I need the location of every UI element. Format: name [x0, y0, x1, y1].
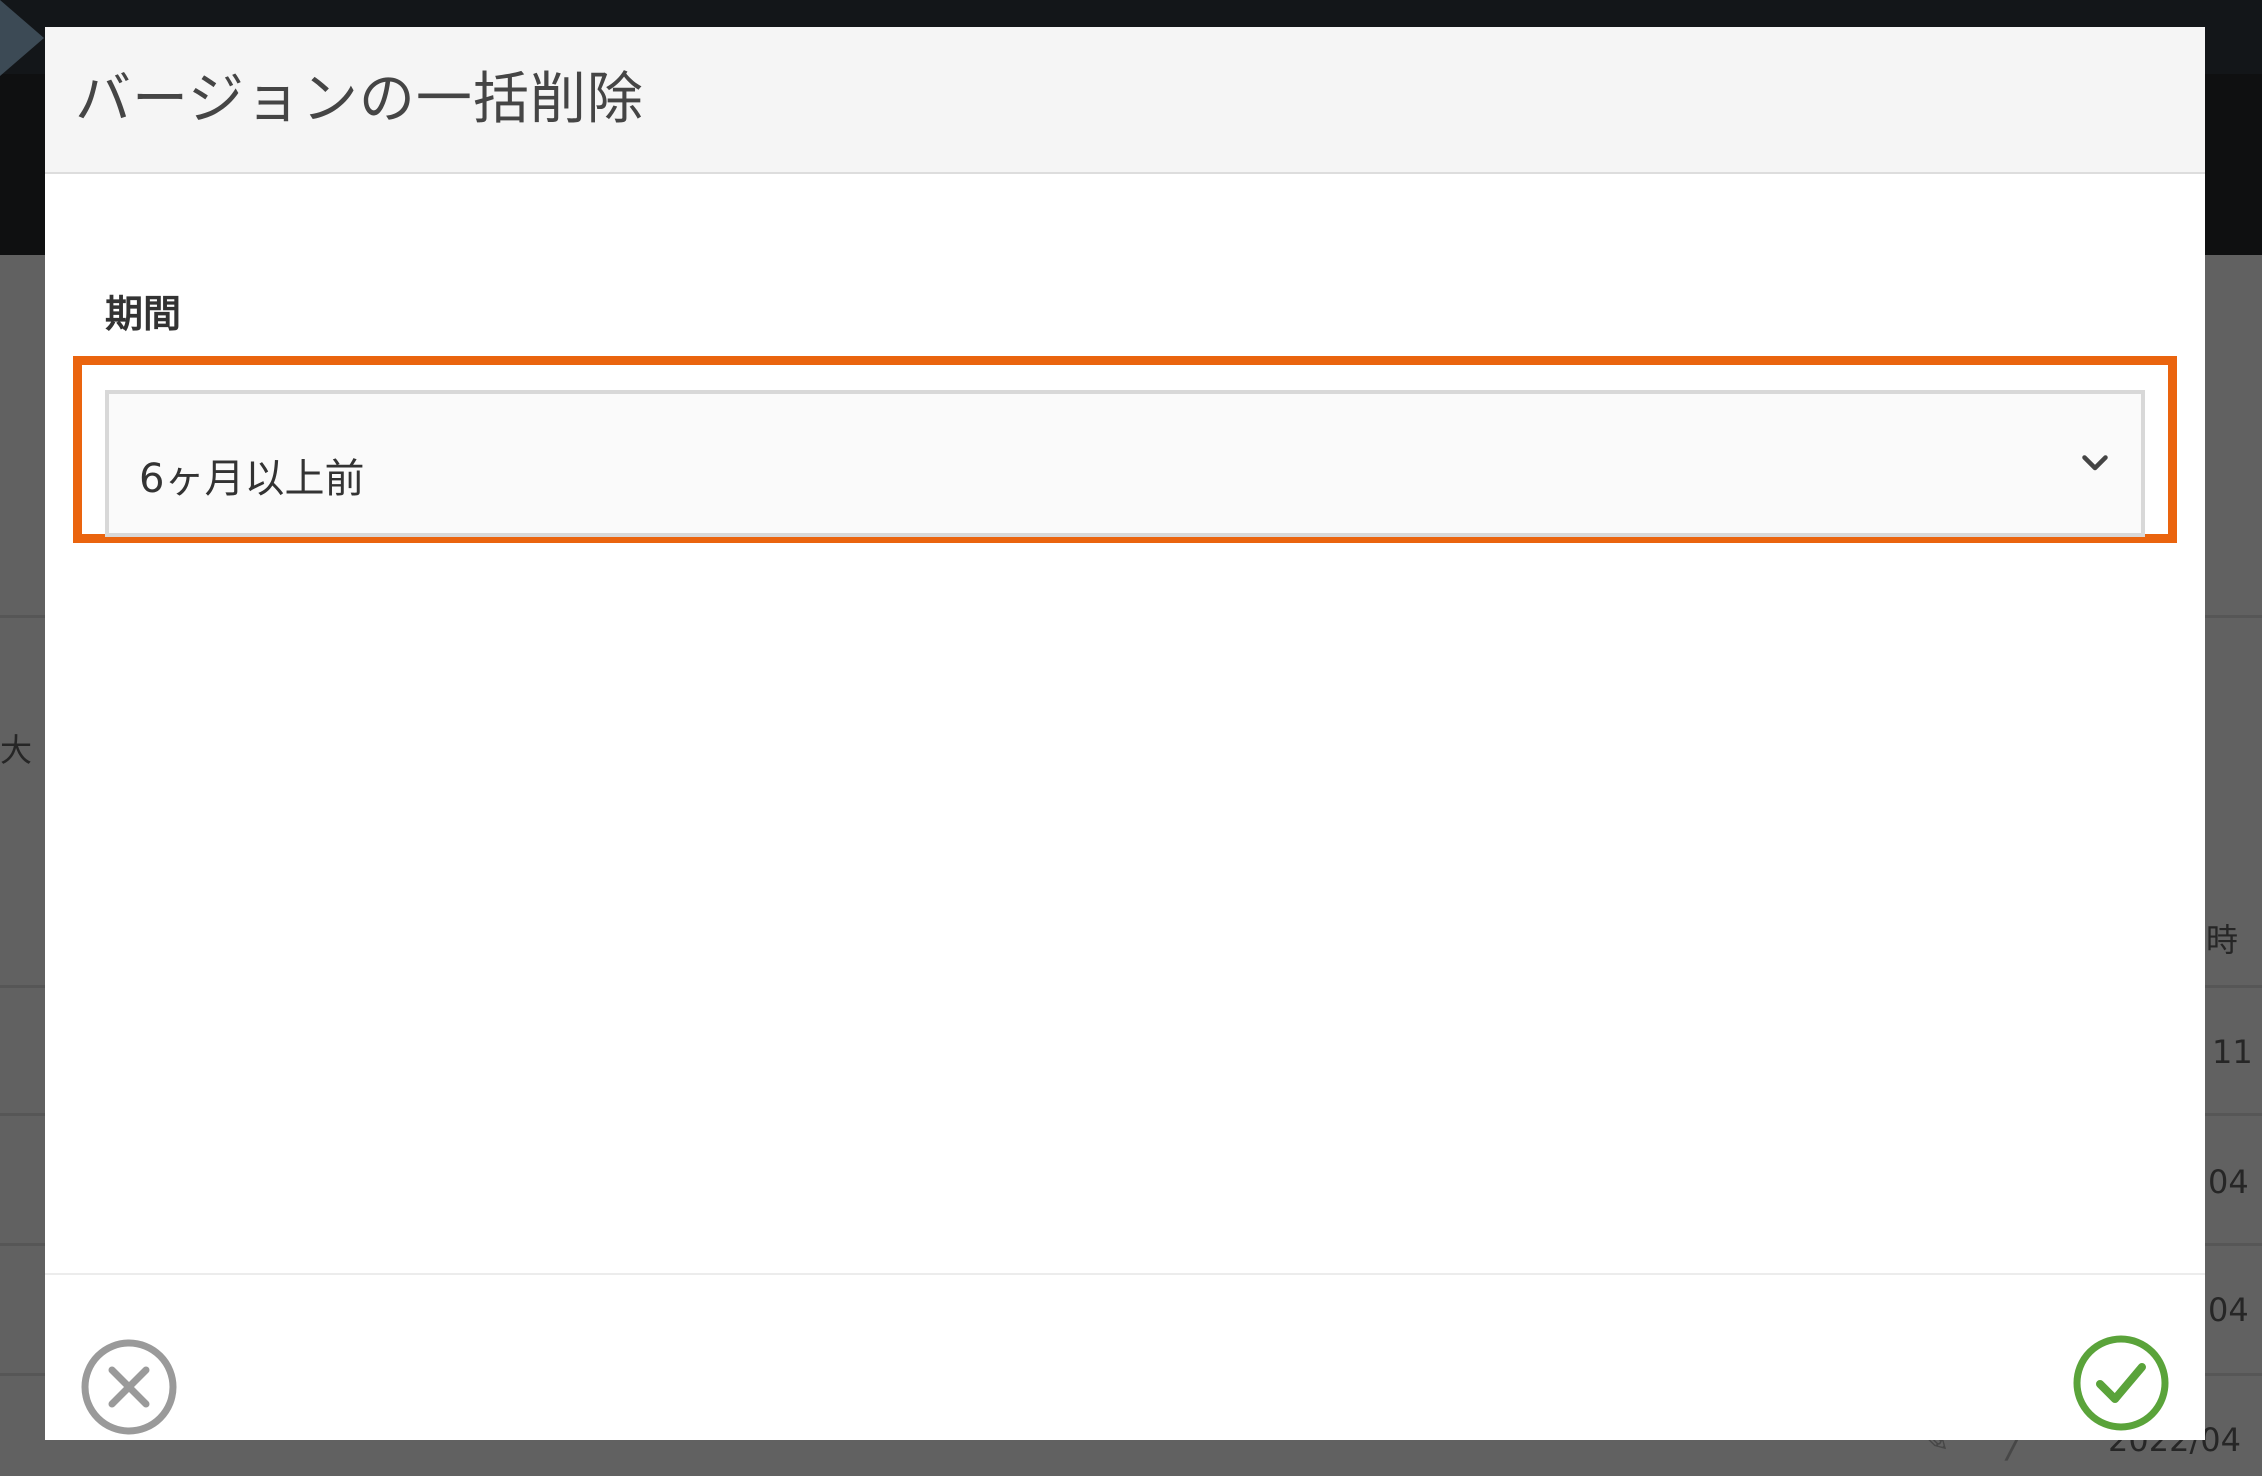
- close-icon: [108, 1366, 150, 1408]
- dialog-footer: [45, 1273, 2205, 1442]
- check-icon: [2096, 1363, 2146, 1403]
- background-logo-corner: [0, 0, 44, 76]
- bulk-delete-dialog: バージョンの一括削除 期間 6ヶ月以上前: [45, 27, 2205, 1440]
- background-row-date: 11: [2212, 1033, 2253, 1071]
- background-row-date: 04: [2208, 1291, 2249, 1329]
- period-select[interactable]: 6ヶ月以上前: [105, 390, 2145, 537]
- cancel-button[interactable]: [79, 1337, 179, 1437]
- period-label: 期間: [105, 292, 182, 336]
- period-select-value: 6ヶ月以上前: [139, 456, 365, 502]
- background-left-text: 大: [0, 731, 33, 769]
- background-row-date: 04: [2208, 1163, 2249, 1201]
- dialog-title: バージョンの一括削除: [75, 67, 644, 132]
- chevron-down-icon: [2082, 455, 2108, 471]
- dialog-header: バージョンの一括削除: [45, 27, 2205, 174]
- background-header-fragment: 時: [2206, 921, 2239, 959]
- confirm-button[interactable]: [2071, 1333, 2171, 1433]
